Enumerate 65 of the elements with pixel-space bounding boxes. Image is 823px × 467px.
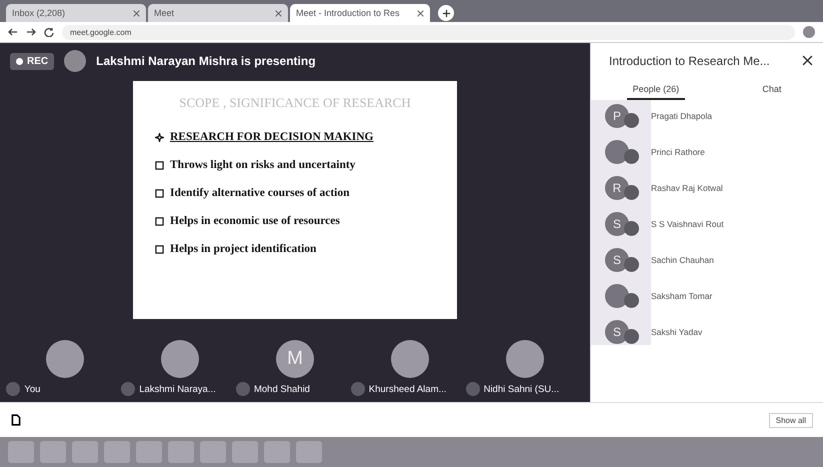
participant-name: Khursheed Alam...	[368, 384, 446, 394]
person-name: Pragati Dhapola	[651, 110, 712, 120]
checkbox-icon	[155, 216, 164, 226]
participant-avatar	[46, 340, 84, 378]
slide-bullet: Throws light on risks and uncertainty	[170, 159, 356, 171]
taskbar-icon[interactable]	[168, 441, 194, 463]
browser-tab[interactable]: Inbox (2,208)	[6, 4, 146, 22]
person-avatar: R	[605, 176, 629, 200]
panel-tab[interactable]: Chat	[756, 81, 788, 100]
address-field[interactable]: meet.google.com	[62, 24, 795, 40]
profile-icon[interactable]	[803, 26, 815, 38]
slide-title: SCOPE , SIGNIFICANCE OF RESEARCH	[178, 95, 412, 111]
taskbar-icon[interactable]	[200, 441, 226, 463]
checkbox-icon	[155, 244, 164, 254]
taskbar-icon[interactable]	[232, 441, 258, 463]
taskbar-icon[interactable]	[264, 441, 290, 463]
person-avatar	[605, 140, 629, 164]
taskbar-icon[interactable]	[40, 441, 66, 463]
avatar-icon	[64, 50, 86, 72]
participant-name: You	[24, 384, 40, 394]
person-avatar	[605, 284, 629, 308]
person-name: Sakshi Yadav	[651, 326, 702, 336]
person-avatar: S	[605, 212, 629, 236]
close-icon[interactable]	[417, 10, 424, 16]
taskbar-icon[interactable]	[104, 441, 130, 463]
reload-icon[interactable]	[44, 27, 54, 37]
file-icon	[10, 414, 22, 426]
participant-avatar: M	[276, 340, 314, 378]
person-name: Sachin Chauhan	[651, 254, 714, 264]
person-avatar: P	[605, 104, 629, 128]
sparkle-icon	[155, 132, 164, 142]
person-avatar: S	[605, 320, 629, 344]
close-icon[interactable]	[133, 10, 140, 16]
show-all-button[interactable]: Show all	[768, 412, 813, 428]
checkbox-icon	[155, 188, 164, 198]
close-icon[interactable]	[802, 55, 813, 66]
checkbox-icon	[155, 160, 164, 170]
person-name: S S Vaishnavi Rout	[651, 218, 724, 228]
back-icon[interactable]	[8, 27, 18, 37]
taskbar-icon[interactable]	[296, 441, 322, 463]
person-avatar: S	[605, 248, 629, 272]
presenter-label: Lakshmi Narayan Mishra is presenting	[96, 54, 316, 68]
participant-name: Mohd Shahid	[254, 384, 310, 394]
participant-avatar	[506, 340, 544, 378]
participant-name: Lakshmi Naraya...	[139, 384, 216, 394]
participant-avatar	[390, 340, 429, 378]
participant-avatar	[161, 340, 200, 378]
person-name: Rashav Raj Kotwal	[651, 182, 723, 192]
forward-icon[interactable]	[26, 27, 36, 37]
taskbar-icon[interactable]	[72, 441, 98, 463]
slide-bullet: Helps in project identification	[170, 243, 316, 255]
person-name: Princi Rathore	[651, 146, 705, 156]
taskbar-icon[interactable]	[136, 441, 162, 463]
browser-tab[interactable]: Meet - Introduction to Res	[290, 4, 430, 22]
plus-icon[interactable]	[442, 8, 450, 18]
recording-badge: REC	[10, 52, 54, 70]
close-icon[interactable]	[275, 10, 282, 16]
taskbar-icon[interactable]	[8, 441, 34, 463]
browser-tab[interactable]: Meet	[148, 4, 288, 22]
slide-bullet: RESEARCH FOR DECISION MAKING	[170, 131, 374, 143]
person-name: Saksham Tomar	[651, 290, 712, 300]
slide-bullet: Helps in economic use of resources	[170, 215, 340, 227]
participant-name: Nidhi Sahni (SU...	[484, 384, 560, 394]
slide-bullet: Identify alternative courses of action	[170, 187, 350, 199]
panel-title: Introduction to Research Me...	[609, 54, 770, 68]
